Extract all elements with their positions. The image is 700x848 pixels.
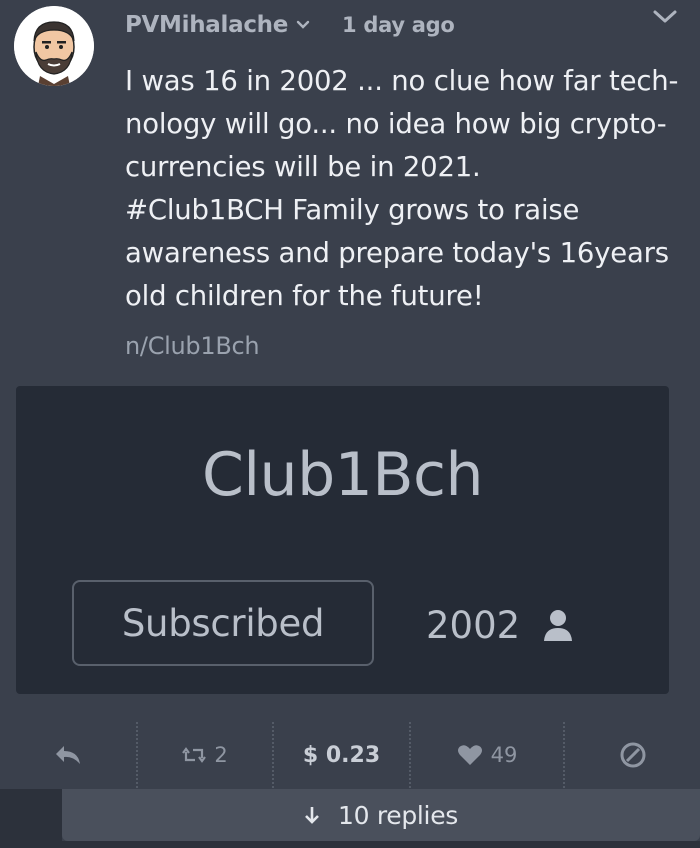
username[interactable]: PVMihalache: [125, 12, 288, 38]
post-line: #Club1BCH Family grows to raise: [125, 194, 580, 226]
member-count: 2002: [426, 600, 576, 650]
repost-count: 2: [214, 743, 228, 767]
tip-amount: $ 0.23: [302, 742, 381, 768]
arrow-down-icon: [305, 807, 319, 824]
chevron-down-icon[interactable]: [652, 8, 678, 26]
community-card[interactable]: Club1Bch Subscribed 2002: [16, 386, 669, 694]
post-line: awareness and prepare today's 16years: [125, 237, 669, 269]
replies-label: 10 replies: [337, 800, 459, 830]
community-title: Club1Bch: [201, 440, 484, 510]
post-header: PVMihalache 1 day ago: [125, 10, 455, 40]
block-button[interactable]: [565, 716, 700, 794]
avatar-face: [14, 6, 94, 86]
post-body: I was 16 in 2002 ... no clue how far tec…: [125, 60, 680, 318]
post-time[interactable]: 1 day ago: [342, 13, 455, 37]
action-bar: 2 $ 0.23 49: [0, 716, 700, 794]
repost-icon: [182, 747, 207, 763]
member-count-value: 2002: [426, 603, 521, 647]
post-line: I was 16 in 2002 ... no clue how far tec…: [125, 65, 679, 97]
like-button[interactable]: 49: [411, 716, 563, 794]
repost-button[interactable]: 2: [138, 716, 272, 794]
reply-button[interactable]: [0, 716, 136, 794]
post-line: nology will go... no idea how big crypto…: [125, 108, 667, 140]
subscribed-button[interactable]: Subscribed: [72, 580, 374, 666]
heart-icon: [457, 745, 482, 765]
post-line: currencies will be in 2021.: [125, 151, 481, 183]
thread-gutter: [0, 789, 62, 848]
replies-button[interactable]: 10 replies: [62, 789, 700, 841]
reply-icon: [56, 746, 80, 764]
tip-button[interactable]: $ 0.23: [274, 716, 409, 794]
avatar[interactable]: [14, 6, 94, 86]
like-count: 49: [490, 743, 518, 767]
post-line: old children for the future!: [125, 280, 484, 312]
footer-strip: [62, 841, 700, 848]
block-icon: [620, 742, 645, 768]
community-link[interactable]: n/Club1Bch: [125, 332, 260, 360]
chevron-down-icon[interactable]: [296, 20, 310, 30]
user-icon: [544, 610, 573, 641]
